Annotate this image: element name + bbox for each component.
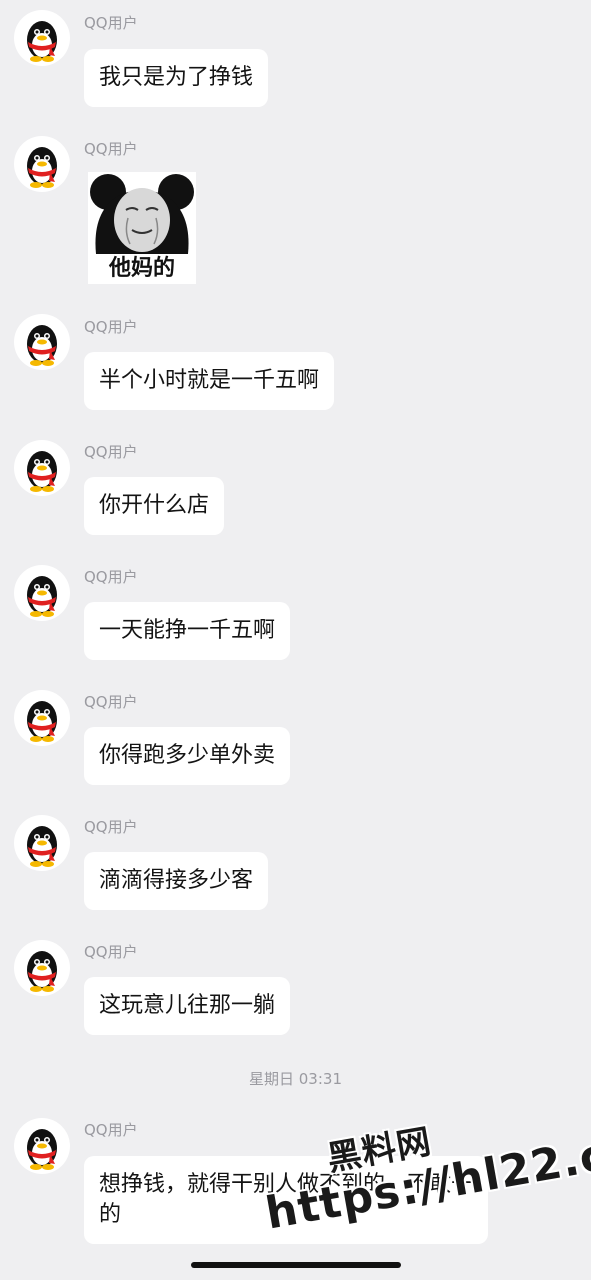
sender-name: QQ用户 — [84, 318, 138, 336]
qq-penguin-icon — [27, 451, 57, 492]
avatar[interactable] — [14, 690, 70, 746]
qq-penguin-icon — [27, 951, 57, 992]
message-bubble[interactable]: 你得跑多少单外卖 — [84, 727, 291, 785]
sender-name: QQ用户 — [84, 693, 138, 711]
sender-name: QQ用户 — [84, 140, 138, 158]
sender-name: QQ用户 — [84, 943, 138, 961]
avatar[interactable] — [14, 136, 70, 192]
sender-name: QQ用户 — [84, 443, 138, 461]
avatar[interactable] — [14, 314, 70, 370]
message-bubble[interactable]: 你开什么店 — [84, 477, 225, 535]
message-bubble[interactable]: 半个小时就是一千五啊 — [84, 352, 335, 410]
message-bubble[interactable]: 滴滴得接多少客 — [84, 852, 269, 910]
avatar[interactable] — [14, 940, 70, 996]
sender-name: QQ用户 — [84, 568, 138, 586]
qq-penguin-icon — [27, 1129, 57, 1170]
message-bubble[interactable]: 一天能挣一千五啊 — [84, 602, 291, 660]
avatar[interactable] — [14, 1118, 70, 1174]
sender-name: QQ用户 — [84, 818, 138, 836]
avatar[interactable] — [14, 565, 70, 621]
qq-penguin-icon — [27, 701, 57, 742]
sticker-image[interactable]: 他妈的 — [88, 172, 196, 284]
chat-timestamp: 星期日 03:31 — [249, 1070, 342, 1088]
sticker-caption: 他妈的 — [108, 256, 175, 281]
qq-penguin-icon — [27, 21, 57, 62]
panda-face-icon — [88, 172, 196, 254]
sender-name: QQ用户 — [84, 14, 138, 32]
qq-penguin-icon — [27, 826, 57, 867]
qq-penguin-icon — [27, 576, 57, 617]
avatar[interactable] — [14, 10, 70, 66]
qq-penguin-icon — [27, 147, 57, 188]
sender-name: QQ用户 — [84, 1121, 138, 1139]
home-indicator[interactable] — [191, 1262, 401, 1268]
message-bubble[interactable]: 我只是为了挣钱 — [84, 49, 269, 107]
message-bubble[interactable]: 这玩意儿往那一躺 — [84, 977, 291, 1035]
avatar[interactable] — [14, 440, 70, 496]
qq-penguin-icon — [27, 325, 57, 366]
avatar[interactable] — [14, 815, 70, 871]
